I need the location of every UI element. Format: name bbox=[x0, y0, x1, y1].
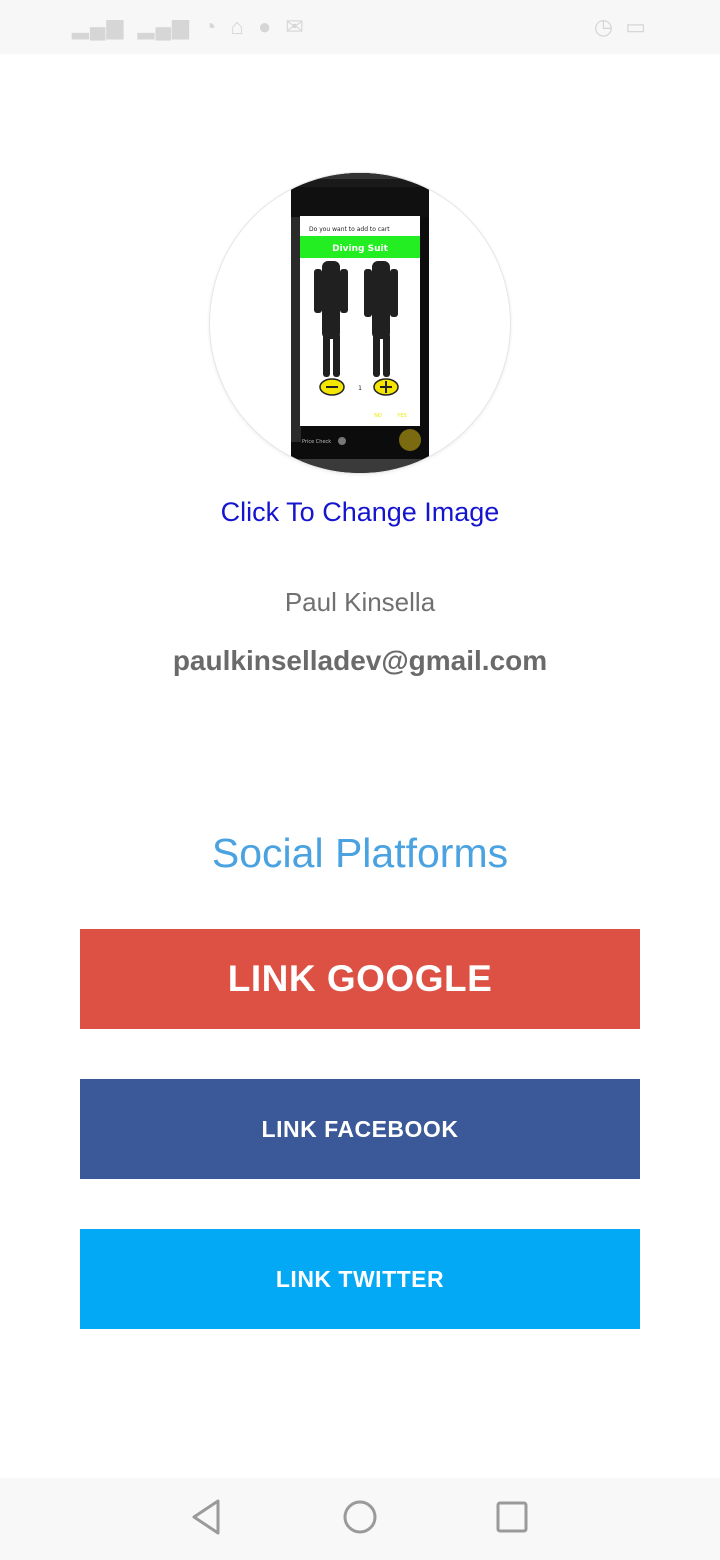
dialog-toggle-label: Price Check bbox=[302, 439, 331, 445]
battery-icon: ▭ bbox=[625, 14, 646, 39]
dialog-quantity: 1 bbox=[358, 385, 362, 392]
profile-avatar[interactable]: Do you want to add to cart Diving Suit 1… bbox=[210, 173, 510, 473]
dialog-no-button: NO bbox=[374, 413, 382, 419]
avatar-image: Do you want to add to cart Diving Suit 1… bbox=[291, 173, 429, 473]
mail-icon: ✉ bbox=[285, 14, 305, 39]
back-icon[interactable] bbox=[186, 1496, 226, 1538]
navigation-bar bbox=[0, 1478, 720, 1560]
dialog-yes-button: YES bbox=[396, 413, 406, 419]
user-email: paulkinselladev@gmail.com bbox=[172, 645, 548, 676]
person-icon: ● bbox=[257, 14, 273, 39]
user-name: Paul Kinsella bbox=[284, 587, 436, 617]
wifi-icon: ◔ bbox=[203, 14, 218, 39]
dialog-prompt: Do you want to add to cart bbox=[309, 226, 390, 233]
home-icon[interactable] bbox=[340, 1496, 380, 1538]
change-image-link[interactable]: Click To Change Image bbox=[0, 497, 720, 528]
status-bar-right: ◷ ▭ bbox=[594, 14, 652, 40]
recents-icon[interactable] bbox=[492, 1496, 532, 1538]
link-facebook-button[interactable]: LINK FACEBOOK bbox=[80, 1079, 640, 1179]
status-bar-left: ▂▄▆ ▂▄▆ ◔ ⌂ ● ✉ bbox=[72, 14, 311, 40]
link-twitter-button[interactable]: LINK TWITTER bbox=[80, 1229, 640, 1329]
social-platforms-title: Social Platforms bbox=[211, 830, 509, 876]
alarm-icon: ◷ bbox=[593, 14, 614, 39]
status-bar: ▂▄▆ ▂▄▆ ◔ ⌂ ● ✉ ◷ ▭ bbox=[0, 0, 720, 54]
signal-icon: ▂▄▆ bbox=[72, 14, 125, 39]
home-icon: ⌂ bbox=[230, 14, 245, 39]
signal-icon: ▂▄▆ bbox=[137, 14, 190, 39]
dialog-product-title: Diving Suit bbox=[332, 244, 388, 254]
link-google-button[interactable]: LINK GOOGLE bbox=[80, 929, 640, 1029]
